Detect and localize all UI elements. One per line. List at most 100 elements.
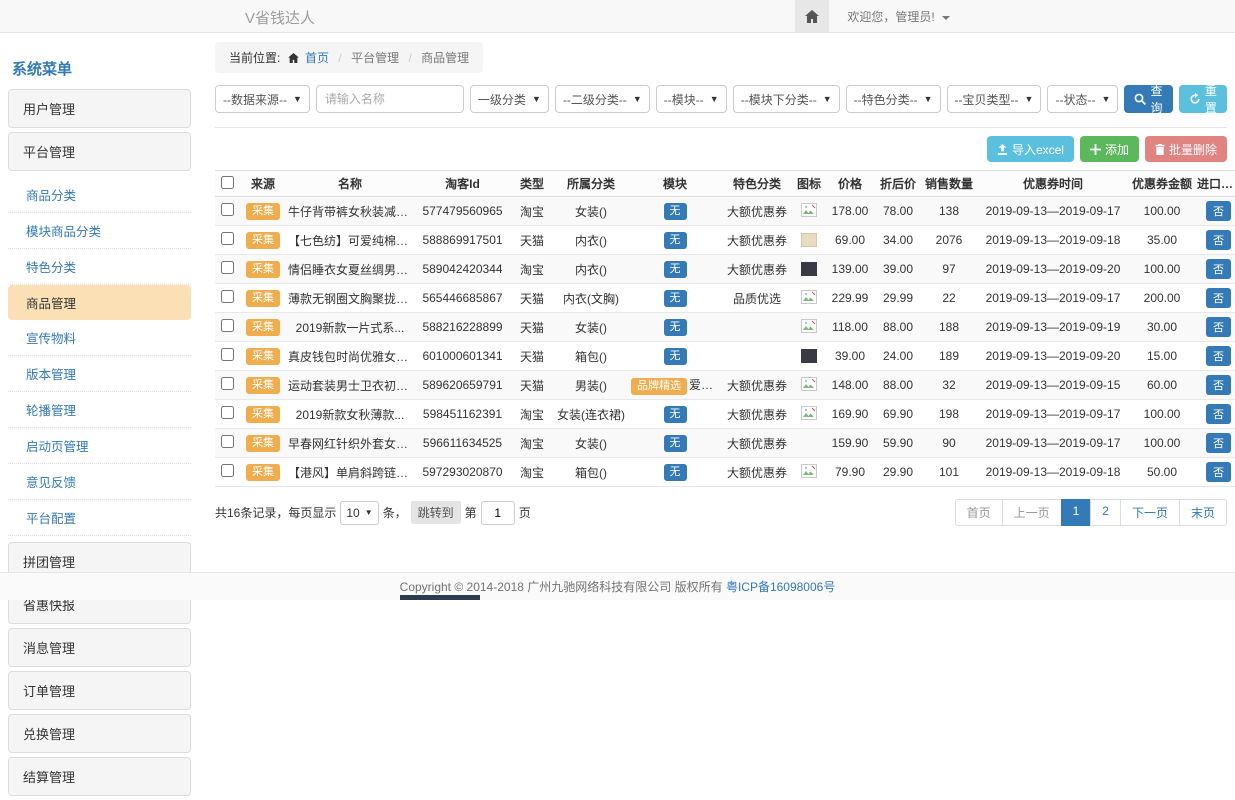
taoke-id-cell: 577479560965 bbox=[414, 197, 511, 226]
price-cell: 39.00 bbox=[825, 342, 875, 371]
sidebar-subitem[interactable]: 特色分类 bbox=[8, 249, 191, 285]
jump-to-button[interactable]: 跳转到 bbox=[411, 501, 461, 524]
source-cell: 采集 bbox=[240, 400, 286, 429]
page-size-select[interactable]: 10▼ bbox=[340, 501, 378, 525]
trash-icon bbox=[1155, 144, 1165, 155]
module-badge[interactable]: 无 bbox=[664, 406, 687, 423]
row-checkbox[interactable] bbox=[221, 406, 234, 419]
level2-category-select[interactable]: --二级分类--▼ bbox=[555, 85, 650, 113]
imported-toggle-button[interactable]: 否 bbox=[1206, 433, 1231, 453]
module-badge[interactable]: 无 bbox=[664, 435, 687, 452]
page-button-下一页[interactable]: 下一页 bbox=[1120, 499, 1180, 526]
sidebar-subitem[interactable]: 宣传物料 bbox=[8, 320, 191, 356]
imported-toggle-button[interactable]: 否 bbox=[1206, 346, 1231, 366]
sidebar-item[interactable]: 消息管理 bbox=[8, 628, 191, 667]
module-badge[interactable]: 品牌精选 bbox=[631, 378, 687, 395]
discount-price-cell: 24.00 bbox=[875, 342, 921, 371]
sidebar-subitem[interactable]: 版本管理 bbox=[8, 356, 191, 392]
module-cell: 无 bbox=[629, 255, 721, 284]
sidebar-subitem[interactable]: 轮播管理 bbox=[8, 392, 191, 428]
module-sub-category-select[interactable]: --模块下分类--▼ bbox=[733, 85, 840, 113]
sidebar-subitem[interactable]: 启动页管理 bbox=[8, 428, 191, 464]
sidebar-item[interactable]: 订单管理 bbox=[8, 671, 191, 710]
row-checkbox[interactable] bbox=[221, 290, 234, 303]
import-excel-button[interactable]: 导入excel bbox=[987, 136, 1074, 162]
icon-cell bbox=[793, 371, 825, 400]
column-header-3: 淘客Id bbox=[414, 171, 511, 197]
row-checkbox[interactable] bbox=[221, 435, 234, 448]
user-menu[interactable]: 欢迎您，管理员! bbox=[847, 8, 950, 25]
sidebar-subitem[interactable]: 模块商品分类 bbox=[8, 213, 191, 249]
name-input[interactable] bbox=[316, 85, 464, 113]
imported-toggle-button[interactable]: 否 bbox=[1206, 288, 1231, 308]
module-select[interactable]: --模块--▼ bbox=[656, 85, 727, 113]
feature-category-select[interactable]: --特色分类--▼ bbox=[846, 85, 941, 113]
row-checkbox[interactable] bbox=[221, 261, 234, 274]
module-badge[interactable]: 无 bbox=[664, 290, 687, 307]
page-button-2[interactable]: 2 bbox=[1090, 499, 1121, 526]
source-badge: 采集 bbox=[246, 261, 280, 278]
imported-toggle-button[interactable]: 否 bbox=[1206, 317, 1231, 337]
caret-down-icon: ▼ bbox=[293, 94, 302, 104]
page-number-input[interactable] bbox=[481, 501, 515, 525]
imported-toggle-button[interactable]: 否 bbox=[1206, 404, 1231, 424]
source-badge: 采集 bbox=[246, 290, 280, 307]
module-badge[interactable]: 无 bbox=[664, 203, 687, 220]
module-badge[interactable]: 无 bbox=[664, 261, 687, 278]
icon-cell bbox=[793, 284, 825, 313]
search-button[interactable]: 查询 bbox=[1124, 85, 1172, 113]
row-checkbox[interactable] bbox=[221, 203, 234, 216]
data-source-select-value: --数据来源-- bbox=[223, 91, 287, 108]
coupon-amount-cell: 100.00 bbox=[1129, 255, 1195, 284]
page-button-末页[interactable]: 末页 bbox=[1179, 499, 1227, 526]
module-badge[interactable]: 无 bbox=[664, 464, 687, 481]
breadcrumb-home-link[interactable]: 首页 bbox=[305, 51, 329, 65]
breadcrumb: 当前位置: 首页 / 平台管理 / 商品管理 bbox=[215, 42, 483, 73]
sidebar-subitem[interactable]: 平台配置 bbox=[8, 500, 191, 536]
module-badge[interactable]: 无 bbox=[664, 319, 687, 336]
sidebar-item[interactable]: 用户管理 bbox=[8, 89, 191, 128]
table-panel: 导入excel 添加 批量删除 来源名称淘客Id类型所属分类模块特色分类图标价格… bbox=[215, 127, 1227, 487]
column-header-1: 来源 bbox=[240, 171, 286, 197]
imported-toggle-button[interactable]: 否 bbox=[1206, 462, 1231, 482]
pager-buttons: 首页上一页12下一页末页 bbox=[956, 499, 1227, 526]
sidebar-subitem[interactable]: 意见反馈 bbox=[8, 464, 191, 500]
icp-link[interactable]: 粤ICP备16098006号 bbox=[726, 578, 835, 595]
sidebar-item[interactable]: 平台管理 bbox=[8, 132, 191, 171]
caret-down-icon: ▼ bbox=[633, 94, 642, 104]
row-checkbox[interactable] bbox=[221, 232, 234, 245]
table-header: 来源名称淘客Id类型所属分类模块特色分类图标价格折后价销售数量优惠券时间优惠券金… bbox=[215, 171, 1235, 197]
imported-toggle-button[interactable]: 否 bbox=[1206, 259, 1231, 279]
coupon-amount-cell: 100.00 bbox=[1129, 429, 1195, 458]
home-button[interactable] bbox=[795, 0, 829, 33]
column-header-13: 优惠券金额 bbox=[1129, 171, 1195, 197]
batch-delete-button[interactable]: 批量删除 bbox=[1145, 136, 1227, 162]
status-select[interactable]: --状态--▼ bbox=[1047, 85, 1118, 113]
data-source-select[interactable]: --数据来源-- ▼ bbox=[215, 85, 310, 113]
sidebar-item[interactable]: 兑换管理 bbox=[8, 714, 191, 753]
coupon-time-cell: 2019-09-13—2019-09-17 bbox=[977, 284, 1129, 313]
sidebar-subitem[interactable]: 商品管理 bbox=[8, 285, 191, 320]
imported-cell: 否 bbox=[1195, 458, 1235, 487]
row-checkbox[interactable] bbox=[221, 348, 234, 361]
level1-category-select[interactable]: 一级分类▼ bbox=[470, 85, 549, 113]
reset-button[interactable]: 重置 bbox=[1179, 85, 1227, 113]
add-button[interactable]: 添加 bbox=[1080, 136, 1139, 162]
module-badge[interactable]: 无 bbox=[664, 348, 687, 365]
column-header-14: 进口优选 bbox=[1195, 171, 1235, 197]
price-cell: 79.90 bbox=[825, 458, 875, 487]
imported-toggle-button[interactable]: 否 bbox=[1206, 201, 1231, 221]
row-checkbox[interactable] bbox=[221, 377, 234, 390]
imported-toggle-button[interactable]: 否 bbox=[1206, 375, 1231, 395]
sidebar-item[interactable]: 结算管理 bbox=[8, 757, 191, 796]
row-checkbox[interactable] bbox=[221, 464, 234, 477]
imported-toggle-button[interactable]: 否 bbox=[1206, 230, 1231, 250]
imported-cell: 否 bbox=[1195, 429, 1235, 458]
sales-count-cell: 97 bbox=[921, 255, 977, 284]
item-type-select[interactable]: --宝贝类型--▼ bbox=[947, 85, 1042, 113]
row-checkbox[interactable] bbox=[221, 319, 234, 332]
page-button-1[interactable]: 1 bbox=[1061, 499, 1092, 526]
sidebar-subitem[interactable]: 商品分类 bbox=[8, 177, 191, 213]
module-badge[interactable]: 无 bbox=[664, 232, 687, 249]
select-all-checkbox[interactable] bbox=[221, 176, 234, 189]
